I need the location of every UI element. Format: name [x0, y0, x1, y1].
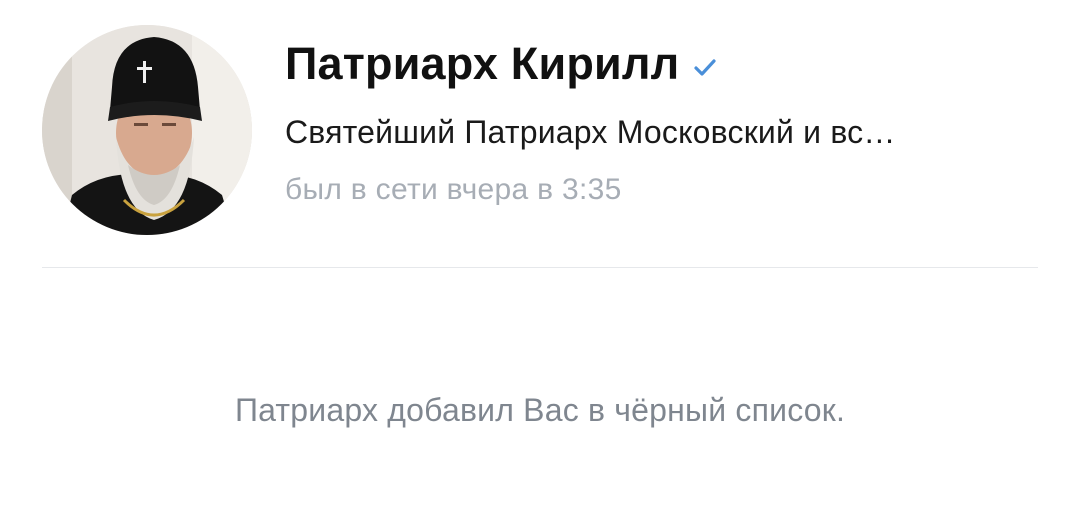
profile-photo	[42, 25, 252, 235]
profile-status: Святейший Патриарх Московский и вс…	[285, 114, 896, 150]
profile-name: Патриарх Кирилл	[285, 38, 680, 89]
last-seen-status: был в сети вчера в 3:35	[285, 173, 622, 206]
profile-info: Патриарх Кирилл Святейший Патриарх Моско…	[285, 36, 1045, 207]
name-row: Патриарх Кирилл	[285, 36, 1045, 92]
profile-header: Патриарх Кирилл Святейший Патриарх Моско…	[0, 0, 1080, 268]
avatar[interactable]	[42, 25, 252, 235]
blocked-message: Патриарх добавил Вас в чёрный список.	[234, 392, 846, 428]
verified-check-icon	[691, 54, 719, 82]
divider	[42, 267, 1038, 268]
